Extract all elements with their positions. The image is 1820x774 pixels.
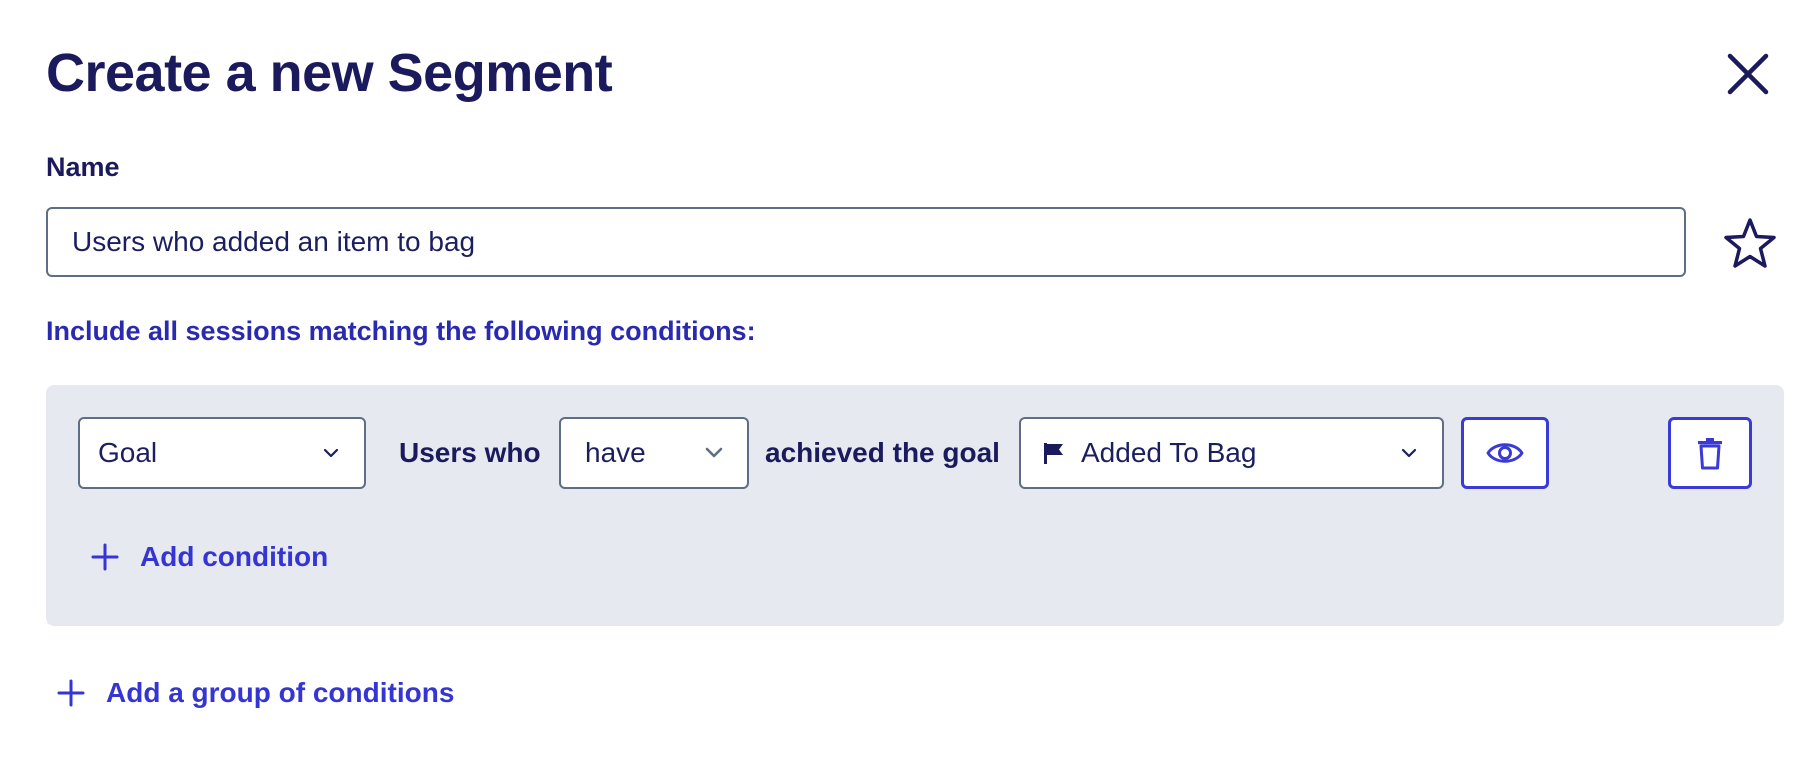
name-label: Name <box>46 152 120 182</box>
preview-goal-button[interactable] <box>1461 417 1549 489</box>
add-group-label: Add a group of conditions <box>106 677 455 708</box>
chevron-down-icon <box>705 447 723 458</box>
trash-icon <box>1698 438 1722 470</box>
goal-value: Added To Bag <box>1081 437 1257 468</box>
add-group-button[interactable]: Add a group of conditions <box>56 663 454 723</box>
have-value: have <box>585 437 646 468</box>
name-input[interactable] <box>46 207 1686 277</box>
condition-type-value: Goal <box>98 437 158 468</box>
chevron-down-icon <box>1401 448 1417 458</box>
close-icon <box>1727 53 1769 95</box>
plus-icon <box>57 679 85 707</box>
chevron-down-icon <box>323 448 339 458</box>
users-who-label: Users who <box>399 437 541 468</box>
eye-icon <box>1486 443 1524 463</box>
achieved-goal-label: achieved the goal <box>765 437 1000 468</box>
favorite-button[interactable] <box>1722 216 1778 272</box>
page-title: Create a new Segment <box>46 43 613 103</box>
add-condition-button[interactable]: Add condition <box>90 527 328 587</box>
star-icon <box>1724 218 1776 268</box>
plus-icon <box>91 543 119 571</box>
close-button[interactable] <box>1726 52 1770 96</box>
condition-type-select[interactable]: Goal <box>78 417 366 489</box>
goal-select[interactable]: Added To Bag <box>1019 417 1444 489</box>
flag-icon <box>1044 443 1063 464</box>
condition-group: Goal Users who have achieved the goal Ad… <box>46 385 1784 626</box>
include-conditions-text: Include all sessions matching the follow… <box>46 316 756 346</box>
delete-condition-button[interactable] <box>1668 417 1752 489</box>
add-condition-label: Add condition <box>140 541 329 572</box>
have-select[interactable]: have <box>559 417 749 489</box>
